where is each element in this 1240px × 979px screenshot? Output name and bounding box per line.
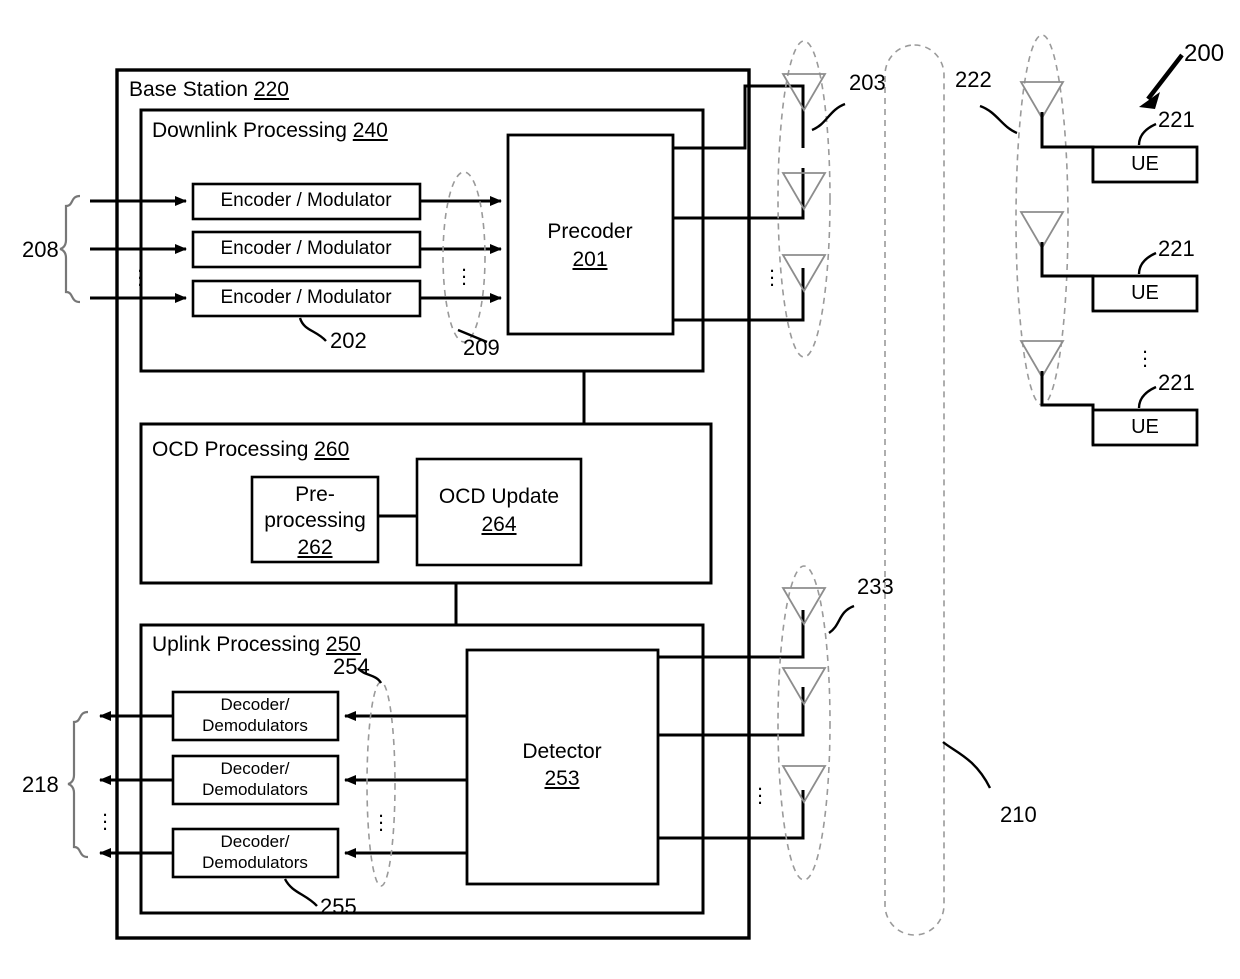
uplink-processing-title: Uplink Processing 250 — [152, 633, 361, 656]
downlink-processing-title: Downlink Processing 240 — [152, 119, 388, 142]
decoder-label-3-line2: Demodulators — [202, 853, 308, 872]
ocd-processing-title: OCD Processing 260 — [152, 438, 350, 461]
preprocessing-label-line1: Pre- — [295, 483, 335, 506]
input-bundle-brace-208 — [59, 194, 81, 304]
figure-number-200: 200 — [1184, 40, 1225, 67]
precoder-ref: 201 — [572, 248, 608, 271]
wireless-channel-210 — [884, 44, 945, 936]
ref-221-label-1: 221 — [1158, 107, 1195, 132]
ref-221-leader-3 — [1137, 385, 1157, 409]
ocd-update-ref: 264 — [481, 513, 517, 536]
ocd-update-box — [415, 457, 583, 567]
ue-ellipsis: ... — [1142, 335, 1148, 372]
ref-202-label: 202 — [330, 328, 367, 353]
downlink-input-ellipsis: ... — [137, 254, 143, 291]
ue-connection-path-3 — [1040, 371, 1095, 445]
ocd-update-label: OCD Update — [438, 485, 560, 508]
ref-221-label-2: 221 — [1158, 236, 1195, 261]
decoder-label-2-line2: Demodulators — [202, 780, 308, 799]
encoder-modulator-label-3: Encoder / Modulator — [220, 287, 392, 308]
ue-connection-path-1 — [1040, 112, 1095, 182]
figure-callout-arrow-200 — [1146, 53, 1184, 101]
preprocessing-label-line2: processing — [264, 509, 366, 532]
uplink-output-ellipsis: ... — [102, 798, 108, 835]
uplink-bus-ellipse-254 — [366, 681, 396, 887]
downlink-bus-ellipsis: ... — [461, 253, 467, 290]
detector-input-path-3 — [658, 790, 805, 840]
ref-222-leader — [979, 104, 1018, 135]
ref-221-label-3: 221 — [1158, 370, 1195, 395]
ref-209-label: 209 — [463, 335, 500, 360]
decoder-label-2-line1: Decoder/ — [220, 759, 290, 778]
antenna-233-ellipsis: ... — [757, 772, 763, 809]
ref-221-leader-2 — [1137, 251, 1157, 275]
detector-label: Detector — [522, 740, 602, 763]
ref-210-label: 210 — [1000, 802, 1037, 827]
ref-203-label: 203 — [849, 70, 886, 95]
precoder-label: Precoder — [547, 220, 633, 243]
ref-221-leader-1 — [1137, 122, 1157, 146]
ue-label-2: UE — [1131, 282, 1159, 304]
decoder-label-3-line1: Decoder/ — [220, 832, 290, 851]
antenna-203-ellipsis: ... — [769, 254, 775, 291]
ref-222-label: 222 — [955, 67, 992, 92]
ref-233-leader — [828, 604, 855, 634]
ref-255-label: 255 — [320, 894, 357, 919]
detector-input-path-2 — [658, 687, 805, 737]
base-station-title: Base Station 220 — [129, 78, 289, 101]
detector-ref: 253 — [544, 767, 580, 790]
preprocessing-ref: 262 — [297, 536, 333, 559]
ref-202-leader — [298, 317, 327, 342]
ref-255-leader — [283, 878, 318, 907]
ref-210-leader — [942, 741, 992, 789]
ref-203-leader — [811, 102, 846, 132]
precoder-output-path-1 — [673, 84, 805, 150]
ue-label-1: UE — [1131, 153, 1159, 175]
ref-254-label: 254 — [333, 654, 370, 679]
ref-208-label: 208 — [22, 237, 59, 262]
antenna-array-222-ellipse — [1015, 34, 1069, 406]
uplink-bus-ellipsis: ... — [378, 799, 384, 836]
patent-figure-200: Base Station 220 Downlink Processing 240… — [0, 0, 1240, 979]
diagram-vector-layer — [59, 34, 1199, 940]
decoder-label-1-line1: Decoder/ — [220, 695, 290, 714]
encoder-modulator-label-2: Encoder / Modulator — [220, 238, 392, 259]
ue-label-3: UE — [1131, 416, 1159, 438]
encoder-modulator-label-1: Encoder / Modulator — [220, 190, 392, 211]
decoder-label-1-line2: Demodulators — [202, 716, 308, 735]
ue-connection-path-2 — [1040, 242, 1095, 311]
ref-233-label: 233 — [857, 574, 894, 599]
ref-218-label: 218 — [22, 772, 59, 797]
output-bundle-brace-218 — [67, 710, 89, 859]
